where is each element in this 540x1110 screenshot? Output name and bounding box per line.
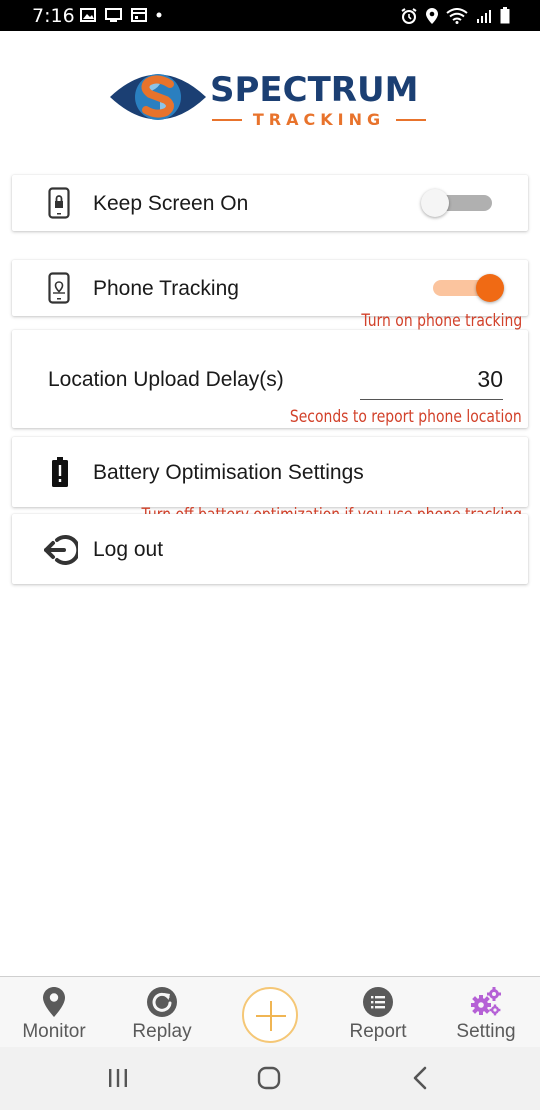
bottom-navigation: Monitor Replay Report Setting [0,976,540,1047]
system-status-icons [400,7,510,24]
battery-optimisation-row[interactable]: Battery Optimisation Settings [12,437,528,507]
nav-monitor-label: Monitor [22,1021,86,1042]
logout-icon [44,535,78,565]
nav-replay[interactable]: Replay [112,977,212,1047]
nav-setting-label: Setting [456,1021,516,1042]
logo-eye-emblem [110,74,206,120]
notification-icons [80,8,162,22]
system-navigation-bar [0,1047,540,1110]
image-icon [80,8,96,22]
status-time: 7:16 [32,5,75,27]
nav-report-label: Report [349,1021,407,1042]
logo-subtitle-text: TRACKING [252,110,386,129]
toggle-thumb [476,274,504,302]
nav-replay-label: Replay [132,1021,192,1042]
cast-screen-icon [105,8,122,22]
add-button[interactable] [242,987,298,1043]
dot-icon [156,12,162,18]
replay-icon [147,987,177,1017]
nav-report[interactable]: Report [328,977,428,1047]
phone-lock-icon [48,187,70,219]
nav-setting[interactable]: Setting [436,977,536,1047]
location-upload-delay-label: Location Upload Delay(s) [48,368,284,391]
recent-apps-icon[interactable] [107,1067,129,1089]
battery-status-icon [500,7,510,24]
keep-screen-on-label: Keep Screen On [93,192,249,215]
toggle-thumb [421,189,449,217]
upload-delay-hint: Seconds to report phone location [290,407,522,427]
phone-tracking-label: Phone Tracking [93,277,239,300]
location-upload-delay-input[interactable] [360,360,503,400]
phone-location-icon [48,272,70,304]
status-bar: 7:16 [0,0,540,31]
battery-optimisation-label: Battery Optimisation Settings [93,461,364,484]
list-icon [363,987,393,1017]
home-icon[interactable] [257,1066,281,1090]
keep-screen-on-row[interactable]: Keep Screen On [12,175,528,231]
alarm-icon [401,7,417,24]
back-icon[interactable] [412,1066,428,1090]
gears-icon [471,987,501,1016]
logout-label: Log out [93,538,164,561]
logo-divider [212,119,242,121]
battery-alert-icon [52,457,68,487]
phone-tracking-toggle[interactable] [430,273,504,303]
logout-row[interactable]: Log out [12,514,528,584]
phone-tracking-row[interactable]: Phone Tracking [12,260,528,316]
logo-divider [396,119,426,121]
keep-screen-on-toggle[interactable] [421,188,495,218]
plus-icon [256,1015,286,1017]
spectrum-tracking-logo: SPECTRUM TRACKING [108,66,428,130]
phone-tracking-hint: Turn on phone tracking [361,311,522,331]
logo-wordmark: SPECTRUM [210,70,419,110]
signal-icon [477,9,491,23]
wifi-icon [446,7,468,24]
calendar-icon [131,8,147,22]
nav-monitor[interactable]: Monitor [4,977,104,1047]
map-pin-icon [43,987,65,1017]
location-icon [426,7,438,24]
logo-subtitle: TRACKING [212,110,426,130]
